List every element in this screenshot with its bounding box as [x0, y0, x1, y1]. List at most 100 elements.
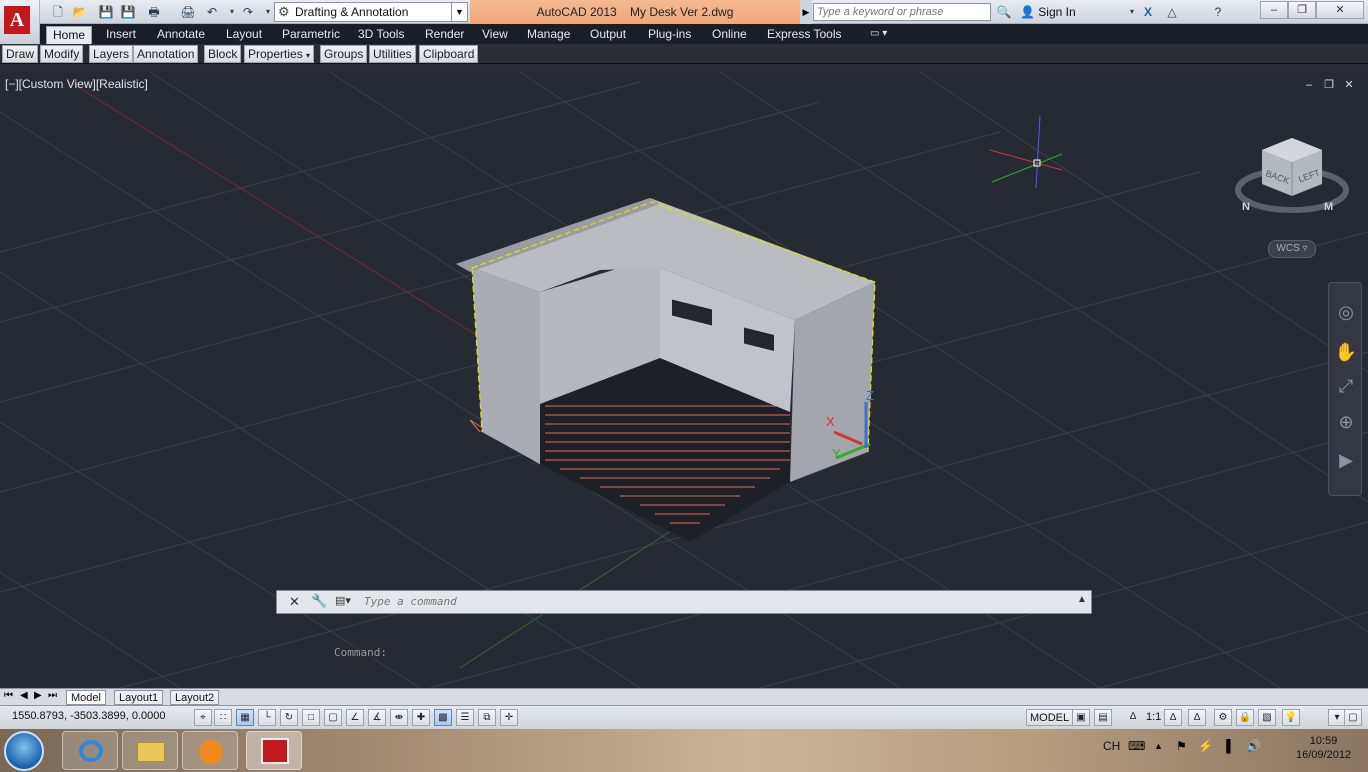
viewport-close-icon[interactable]: ✕	[1342, 78, 1356, 92]
panel-annotation[interactable]: Annotation	[133, 45, 199, 63]
network-icon[interactable]: ▐	[1222, 739, 1231, 753]
annotation-scale[interactable]: 1:1	[1146, 709, 1161, 726]
first-tab-icon[interactable]: ⏮	[4, 690, 13, 701]
undo-icon[interactable]: ↶	[204, 4, 220, 20]
open-icon[interactable]: 📂	[72, 4, 88, 20]
chevron-down-icon[interactable]: ▼	[451, 3, 467, 21]
quick-view-drawings-icon[interactable]: ▤	[1094, 709, 1112, 726]
orbit-icon[interactable]: ⊕	[1333, 409, 1359, 435]
panel-properties[interactable]: Properties ▾	[244, 45, 315, 63]
language-indicator[interactable]: CH	[1103, 739, 1120, 753]
annotation-scale-icon[interactable]: ∆	[1124, 709, 1142, 726]
annotation-monitor-icon[interactable]: ✛	[500, 709, 518, 726]
quick-view-layouts-icon[interactable]: ▣	[1072, 709, 1090, 726]
selection-cycling-icon[interactable]: ⧉	[478, 709, 496, 726]
steering-wheel-icon[interactable]: ◎	[1333, 299, 1359, 325]
close-button[interactable]: ✕	[1316, 1, 1364, 19]
tab-render[interactable]: Render	[419, 24, 470, 44]
panel-modify[interactable]: Modify	[40, 45, 84, 63]
sign-in-button[interactable]: 👤 Sign In	[1020, 0, 1076, 24]
save-icon[interactable]: 💾	[98, 4, 114, 20]
redo-icon[interactable]: ↷	[240, 4, 256, 20]
keyboard-icon[interactable]: ⌨	[1128, 739, 1145, 753]
annotation-visibility-icon[interactable]: ∆	[1164, 709, 1182, 726]
minimize-button[interactable]: –	[1260, 1, 1288, 19]
last-tab-icon[interactable]: ⏭	[48, 690, 57, 701]
internet-explorer-icon[interactable]	[62, 731, 118, 770]
panel-layers[interactable]: Layers	[89, 45, 134, 63]
dynamic-ucs-icon[interactable]: ∡	[368, 709, 386, 726]
tab-insert[interactable]: Insert	[100, 24, 142, 44]
workspace-switching-icon[interactable]: ⚙	[1214, 709, 1232, 726]
next-tab-icon[interactable]: ▶	[34, 690, 42, 701]
application-menu-button[interactable]: A	[0, 0, 40, 44]
tab-express-tools[interactable]: Express Tools	[761, 24, 847, 44]
exchange-icon[interactable]: X	[1140, 4, 1156, 20]
tab-manage[interactable]: Manage	[521, 24, 576, 44]
volume-icon[interactable]: 🔊	[1246, 739, 1261, 753]
3d-object-snap-icon[interactable]: ▢	[324, 709, 342, 726]
tab-parametric[interactable]: Parametric	[276, 24, 346, 44]
clock[interactable]: 10:59 16/09/2012	[1296, 734, 1351, 762]
tab-plug-ins[interactable]: Plug-ins	[642, 24, 697, 44]
new-icon[interactable]: 🗋	[50, 4, 66, 20]
ribbon-minimize-icon[interactable]: ▭ ▾	[864, 24, 893, 44]
coordinate-readout[interactable]: 1550.8793, -3503.3899, 0.0000	[12, 710, 166, 722]
lineweight-icon[interactable]: ✚	[412, 709, 430, 726]
save-as-icon[interactable]: 💾	[120, 4, 136, 20]
publish-icon[interactable]: 🖶	[146, 4, 162, 20]
panel-draw[interactable]: Draw	[2, 45, 39, 63]
file-explorer-icon[interactable]	[122, 731, 178, 770]
tab-layout[interactable]: Layout	[220, 24, 268, 44]
infer-constraints-icon[interactable]: ⌖	[194, 709, 212, 726]
viewport-restore-icon[interactable]: ❐	[1322, 78, 1336, 92]
lock-ui-icon[interactable]: 🔒	[1236, 709, 1254, 726]
action-center-icon[interactable]: ⚑	[1176, 739, 1187, 753]
workspace-select[interactable]: ⚙ Drafting & Annotation ▼	[274, 2, 468, 22]
zoom-extents-icon[interactable]: ⤢	[1333, 373, 1359, 399]
command-customize-icon[interactable]: 🔧	[311, 593, 327, 609]
start-button[interactable]	[4, 731, 44, 771]
help-icon[interactable]: ?	[1210, 4, 1226, 20]
command-input[interactable]: Type a command	[334, 593, 1070, 611]
ortho-mode-icon[interactable]: └	[258, 709, 276, 726]
panel-block[interactable]: Block	[204, 45, 242, 63]
autocad-task-icon[interactable]	[246, 731, 302, 770]
tab-annotate[interactable]: Annotate	[151, 24, 211, 44]
plot-icon[interactable]: 🖨	[180, 4, 196, 20]
search-input[interactable]: Type a keyword or phrase	[813, 3, 991, 21]
snap-mode-icon[interactable]: ∷	[214, 709, 232, 726]
tab-output[interactable]: Output	[584, 24, 632, 44]
object-snap-tracking-icon[interactable]: ∠	[346, 709, 364, 726]
clean-screen-icon[interactable]: ▢	[1344, 709, 1362, 726]
command-close-icon[interactable]: ✕	[289, 594, 300, 610]
quick-properties-icon[interactable]: ☰	[456, 709, 474, 726]
transparency-icon[interactable]: ▩	[434, 709, 452, 726]
tab-layout2[interactable]: Layout2	[170, 690, 220, 705]
search-expand-icon[interactable]: ▶	[800, 0, 812, 24]
tab-online[interactable]: Online	[706, 24, 753, 44]
isolate-objects-icon[interactable]: 💡	[1282, 709, 1300, 726]
grid-display-icon[interactable]: ▦	[236, 709, 254, 726]
signin-dropdown-icon[interactable]: ▾	[1124, 4, 1140, 20]
autodesk-360-icon[interactable]: △	[1164, 4, 1180, 20]
viewport-minimize-icon[interactable]: –	[1302, 78, 1316, 92]
panel-clipboard[interactable]: Clipboard	[419, 45, 479, 63]
tab-3d-tools[interactable]: 3D Tools	[352, 24, 410, 44]
showmotion-icon[interactable]: ▶	[1333, 447, 1359, 473]
wcs-menu-button[interactable]: WCS ▿	[1268, 240, 1316, 258]
binoculars-icon[interactable]: 🔍	[996, 4, 1012, 20]
pan-hand-icon[interactable]: ✋	[1333, 339, 1359, 365]
tray-expand-icon[interactable]: ▲	[1154, 741, 1163, 751]
dynamic-input-icon[interactable]: ⇼	[390, 709, 408, 726]
tab-model[interactable]: Model	[66, 690, 106, 705]
tab-home[interactable]: Home	[46, 26, 93, 44]
command-history-toggle-icon[interactable]: ▲	[1077, 594, 1087, 605]
polar-tracking-icon[interactable]: ↻	[280, 709, 298, 726]
restore-button[interactable]: ❐	[1288, 1, 1316, 19]
power-icon[interactable]: ⚡	[1198, 739, 1213, 753]
hardware-acceleration-icon[interactable]: ▧	[1258, 709, 1276, 726]
auto-scale-icon[interactable]: ∆	[1188, 709, 1206, 726]
object-snap-icon[interactable]: □	[302, 709, 320, 726]
panel-utilities[interactable]: Utilities	[369, 45, 416, 63]
